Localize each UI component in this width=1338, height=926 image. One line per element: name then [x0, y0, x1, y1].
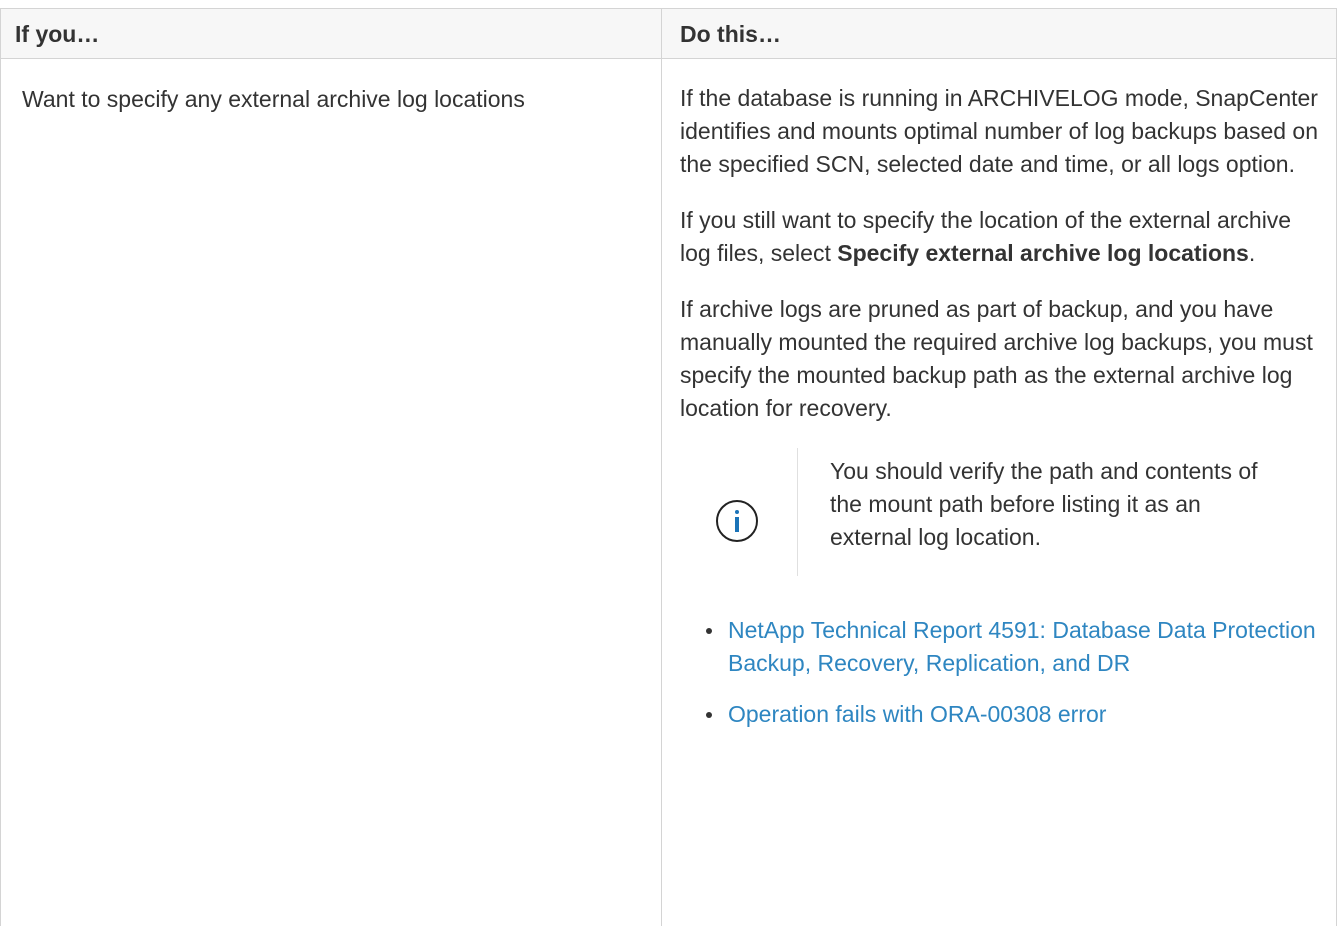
note-admonition: You should verify the path and contents … — [680, 448, 1320, 598]
paragraph-archivelog-mode: If the database is running in ARCHIVELOG… — [680, 85, 1319, 177]
note-divider — [797, 448, 798, 576]
procedure-table: If you… Do this… Want to specify any ext… — [0, 8, 1337, 926]
condition-cell: Want to specify any external archive log… — [22, 86, 525, 112]
link-technical-report-4591[interactable]: NetApp Technical Report 4591: Database D… — [728, 617, 1316, 676]
header-do-this: Do this… — [680, 21, 781, 47]
info-icon-dot — [735, 510, 739, 514]
related-links-list: NetApp Technical Report 4591: Database D… — [680, 614, 1320, 731]
info-icon — [716, 500, 758, 542]
action-cell: If the database is running in ARCHIVELOG… — [680, 82, 1320, 749]
list-item: Operation fails with ORA-00308 error — [680, 698, 1320, 731]
option-name-bold: Specify external archive log locations — [837, 240, 1249, 266]
note-text: You should verify the path and contents … — [830, 458, 1258, 550]
paragraph-specify-location: If you still want to specify the locatio… — [680, 204, 1320, 270]
table-header-row: If you… Do this… — [1, 9, 1336, 59]
link-ora-00308-error[interactable]: Operation fails with ORA-00308 error — [728, 701, 1106, 727]
info-icon-stem — [735, 517, 739, 532]
paragraph-specify-suffix: . — [1248, 240, 1256, 266]
paragraph-pruned-logs: If archive logs are pruned as part of ba… — [680, 296, 1313, 421]
bullet-icon — [706, 628, 712, 634]
bullet-icon — [706, 712, 712, 718]
column-divider — [661, 9, 662, 926]
list-item: NetApp Technical Report 4591: Database D… — [680, 614, 1320, 680]
header-if-you: If you… — [15, 21, 100, 47]
